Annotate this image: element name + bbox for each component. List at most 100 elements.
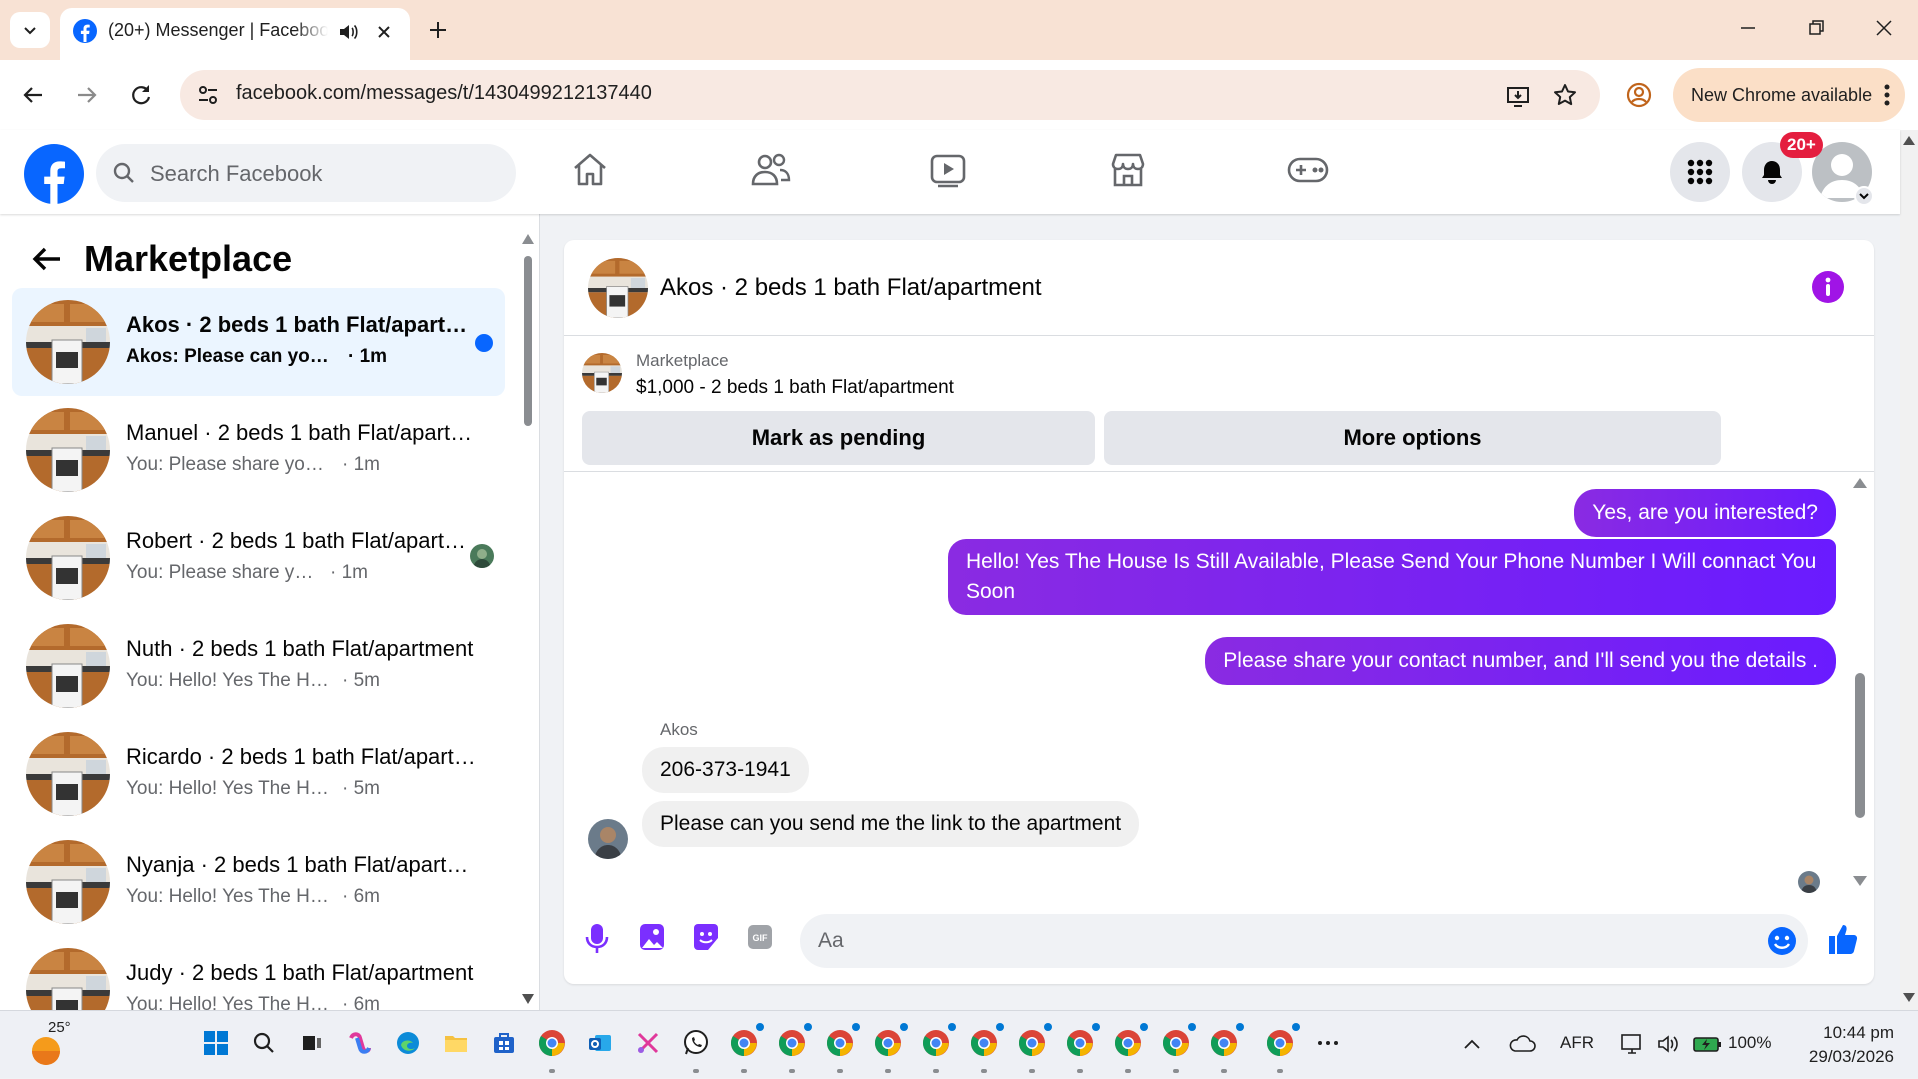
taskbar-store-button[interactable]: [486, 1025, 522, 1061]
scroll-down-arrow-icon[interactable]: [1852, 875, 1868, 887]
listing-thumbnail[interactable]: [582, 353, 622, 393]
clock[interactable]: 10:44 pm 29/03/2026: [1778, 1021, 1894, 1069]
scroll-up-arrow-icon[interactable]: [1900, 134, 1918, 148]
forward-arrow-icon[interactable]: [74, 82, 100, 108]
network-icon[interactable]: [1620, 1031, 1646, 1057]
taskbar-chrome-button[interactable]: [1158, 1023, 1196, 1073]
input-language-indicator[interactable]: AFR: [1560, 1033, 1594, 1053]
taskbar-whatsapp-button[interactable]: [678, 1025, 714, 1073]
home-icon[interactable]: [570, 150, 610, 190]
tab-search-button[interactable]: [10, 12, 50, 48]
info-icon[interactable]: [1811, 270, 1845, 304]
new-tab-icon[interactable]: [424, 16, 452, 44]
listing-price-title[interactable]: $1,000 - 2 beds 1 bath Flat/apartment: [636, 377, 954, 399]
taskbar-file-explorer-button[interactable]: [438, 1025, 474, 1061]
running-indicator: [1221, 1069, 1227, 1073]
taskbar-copilot-button[interactable]: [342, 1025, 378, 1061]
video-icon[interactable]: [928, 150, 968, 190]
chrome-profile-icon[interactable]: [1625, 81, 1653, 109]
listing-avatar[interactable]: [588, 258, 648, 318]
taskbar-chrome-button[interactable]: [1110, 1023, 1148, 1073]
thumbs-up-icon[interactable]: [1826, 922, 1860, 956]
battery-charging-icon[interactable]: [1692, 1033, 1722, 1055]
taskbar-chrome-button[interactable]: [966, 1023, 1004, 1073]
volume-icon[interactable]: [1656, 1033, 1682, 1055]
seen-receipt-avatar: [1798, 871, 1820, 893]
notification-dot: [1140, 1023, 1148, 1031]
taskbar-chrome-button[interactable]: [1262, 1023, 1300, 1073]
reload-icon[interactable]: [128, 82, 154, 108]
taskbar-chrome-button[interactable]: [1014, 1023, 1052, 1073]
emoji-icon[interactable]: [1766, 925, 1798, 957]
site-settings-icon[interactable]: [196, 83, 220, 107]
taskbar-outlook-button[interactable]: [582, 1025, 618, 1061]
taskbar-more-apps-button[interactable]: [1310, 1025, 1346, 1061]
url-text[interactable]: facebook.com/messages/t/1430499212137440: [236, 82, 652, 105]
conversation-time: · 1m: [330, 562, 368, 583]
friends-icon[interactable]: [750, 150, 792, 190]
gaming-icon[interactable]: [1286, 150, 1330, 190]
taskbar-chrome-button[interactable]: [870, 1023, 908, 1073]
scroll-up-arrow-icon[interactable]: [1852, 477, 1868, 489]
sent-message[interactable]: Hello! Yes The House Is Still Available,…: [948, 539, 1836, 615]
kebab-menu-icon[interactable]: [1883, 83, 1891, 107]
bookmark-star-icon[interactable]: [1552, 82, 1578, 108]
taskbar-chrome-button[interactable]: [726, 1023, 764, 1073]
received-message[interactable]: 206-373-1941: [642, 747, 809, 793]
minimize-icon[interactable]: [1736, 16, 1760, 40]
photo-icon[interactable]: [638, 922, 666, 952]
back-arrow-icon[interactable]: [30, 242, 64, 276]
conversation-item[interactable]: Robert · 2 beds 1 bath Flat/apartment Yo…: [12, 504, 505, 612]
sidebar-scrollbar[interactable]: [520, 234, 536, 1004]
address-bar[interactable]: facebook.com/messages/t/1430499212137440: [180, 70, 1600, 120]
conversation-item[interactable]: Nyanja · 2 beds 1 bath Flat/apartment Yo…: [12, 828, 505, 936]
close-tab-icon[interactable]: [374, 22, 394, 42]
taskbar-chrome-button[interactable]: [1062, 1023, 1100, 1073]
chrome-update-button[interactable]: New Chrome available: [1673, 68, 1905, 122]
conversation-item[interactable]: Manuel · 2 beds 1 bath Flat/apartment Yo…: [12, 396, 505, 504]
conversation-thumbnail: [26, 408, 110, 492]
conversation-item[interactable]: Ricardo · 2 beds 1 bath Flat/apartment Y…: [12, 720, 505, 828]
facebook-search-input[interactable]: Search Facebook: [96, 144, 516, 202]
microphone-icon[interactable]: [584, 922, 610, 956]
page-scrollbar[interactable]: [1900, 130, 1918, 1010]
restore-icon[interactable]: [1804, 16, 1828, 40]
facebook-logo-icon[interactable]: [24, 144, 84, 204]
onedrive-cloud-icon[interactable]: [1508, 1033, 1536, 1055]
account-menu-caret[interactable]: [1854, 186, 1874, 206]
taskbar-chrome-button[interactable]: [822, 1023, 860, 1073]
conversation-item[interactable]: Judy · 2 beds 1 bath Flat/apartment You:…: [12, 936, 505, 1010]
taskbar-edge-button[interactable]: [390, 1025, 426, 1061]
taskbar-search-button[interactable]: [246, 1025, 282, 1061]
running-indicator: [693, 1069, 699, 1073]
taskbar-task-view-button[interactable]: [294, 1025, 330, 1061]
gif-icon[interactable]: GIF: [746, 922, 774, 952]
more-options-button[interactable]: More options: [1104, 411, 1721, 465]
speaker-icon[interactable]: [336, 20, 360, 44]
install-app-icon[interactable]: [1505, 83, 1531, 109]
taskbar-snipping-tool-button[interactable]: [630, 1025, 666, 1061]
menu-button[interactable]: [1670, 142, 1730, 202]
taskbar-chrome-button[interactable]: [918, 1023, 956, 1073]
conversation-item[interactable]: Akos · 2 beds 1 bath Flat/apartment Akos…: [12, 288, 505, 396]
browser-tab-active[interactable]: (20+) Messenger | Facebook: [60, 8, 410, 60]
chevron-up-icon[interactable]: [1462, 1035, 1482, 1055]
taskbar-chrome-button[interactable]: [774, 1023, 812, 1073]
sent-message[interactable]: Yes, are you interested?: [1574, 489, 1836, 537]
taskbar-chrome-button[interactable]: [534, 1025, 570, 1073]
marketplace-icon[interactable]: [1108, 150, 1148, 190]
close-window-icon[interactable]: [1872, 16, 1896, 40]
message-input[interactable]: Aa: [800, 914, 1808, 968]
sticker-icon[interactable]: [692, 922, 720, 952]
sent-message[interactable]: Please share your contact number, and I'…: [1205, 637, 1836, 685]
conversation-item[interactable]: Nuth · 2 beds 1 bath Flat/apartment You:…: [12, 612, 505, 720]
thread-scrollbar-thumb[interactable]: [1855, 673, 1865, 818]
taskbar-start-button[interactable]: [198, 1025, 234, 1061]
scroll-down-arrow-icon[interactable]: [1900, 990, 1918, 1004]
back-arrow-icon[interactable]: [20, 82, 46, 108]
received-message[interactable]: Please can you send me the link to the a…: [642, 801, 1140, 847]
taskbar-chrome-button[interactable]: [1206, 1023, 1244, 1073]
sender-avatar[interactable]: [588, 819, 628, 859]
conversation-title[interactable]: Akos · 2 beds 1 bath Flat/apartment: [660, 274, 1042, 302]
mark-as-pending-button[interactable]: Mark as pending: [582, 411, 1095, 465]
